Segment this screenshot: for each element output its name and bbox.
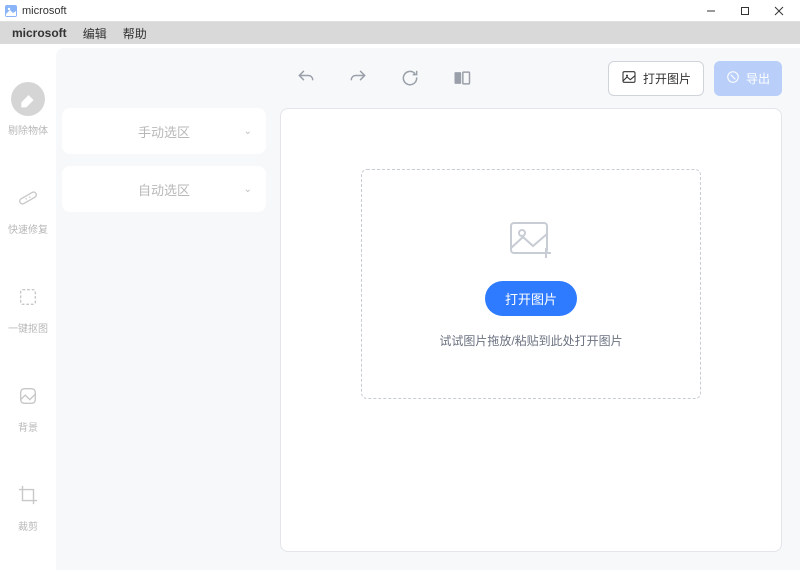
- open-image-pill[interactable]: 打开图片: [485, 281, 577, 316]
- compare-button[interactable]: [450, 66, 474, 90]
- sidebar-item-erase[interactable]: 剔除物体: [8, 82, 48, 137]
- reset-button[interactable]: [398, 66, 422, 90]
- window-controls: [694, 0, 796, 22]
- export-button[interactable]: 导出: [714, 61, 782, 96]
- image-add-icon: [508, 220, 554, 265]
- open-image-pill-label: 打开图片: [505, 292, 557, 307]
- option-label: 手动选区: [138, 122, 190, 141]
- export-icon: [726, 70, 740, 87]
- cutout-icon: [11, 280, 45, 314]
- toolbar-center: [294, 66, 474, 90]
- menu-help[interactable]: 帮助: [115, 25, 155, 42]
- options-panel: 手动选区 ⌄ 自动选区 ⌄: [56, 108, 266, 552]
- main: 打开图片 导出 手动选区 ⌄ 自动选区 ⌄: [56, 48, 800, 570]
- export-label: 导出: [746, 70, 770, 87]
- option-manual-selection[interactable]: 手动选区 ⌄: [62, 108, 266, 154]
- eraser-icon: [11, 82, 45, 116]
- content: 手动选区 ⌄ 自动选区 ⌄ 打开图片 试试图片拖放/粘贴到此处打开图片: [56, 108, 800, 570]
- menubar: microsoft 编辑 帮助: [0, 22, 800, 44]
- dropzone[interactable]: 打开图片 试试图片拖放/粘贴到此处打开图片: [361, 169, 701, 399]
- image-icon: [621, 69, 637, 88]
- open-image-label: 打开图片: [643, 70, 691, 87]
- body: 剔除物体 快速修复 一键抠图 背景 裁剪: [0, 44, 800, 570]
- close-button[interactable]: [762, 0, 796, 22]
- option-auto-selection[interactable]: 自动选区 ⌄: [62, 166, 266, 212]
- canvas: 打开图片 试试图片拖放/粘贴到此处打开图片: [280, 108, 782, 552]
- toolbar-right: 打开图片 导出: [608, 61, 782, 96]
- dropzone-hint: 试试图片拖放/粘贴到此处打开图片: [439, 332, 622, 349]
- titlebar: microsoft: [0, 0, 800, 22]
- minimize-button[interactable]: [694, 0, 728, 22]
- sidebar-item-label: 裁剪: [18, 518, 38, 533]
- sidebar-item-label: 一键抠图: [8, 320, 48, 335]
- menu-edit[interactable]: 编辑: [75, 25, 115, 42]
- sidebar-item-label: 快速修复: [8, 221, 48, 236]
- bandage-icon: [11, 181, 45, 215]
- background-icon: [11, 379, 45, 413]
- sidebar-item-repair[interactable]: 快速修复: [8, 181, 48, 236]
- toolbar: 打开图片 导出: [56, 48, 800, 108]
- app-icon: [4, 4, 18, 18]
- sidebar-item-cutout[interactable]: 一键抠图: [8, 280, 48, 335]
- sidebar-item-label: 背景: [18, 419, 38, 434]
- chevron-down-icon: ⌄: [244, 184, 252, 195]
- sidebar-item-crop[interactable]: 裁剪: [11, 478, 45, 533]
- sidebar-item-background[interactable]: 背景: [11, 379, 45, 434]
- redo-button[interactable]: [346, 66, 370, 90]
- open-image-button[interactable]: 打开图片: [608, 61, 704, 96]
- sidebar-item-label: 剔除物体: [8, 122, 48, 137]
- option-label: 自动选区: [138, 180, 190, 199]
- chevron-down-icon: ⌄: [244, 126, 252, 137]
- window-title: microsoft: [22, 5, 694, 17]
- sidebar: 剔除物体 快速修复 一键抠图 背景 裁剪: [0, 44, 56, 570]
- crop-icon: [11, 478, 45, 512]
- maximize-button[interactable]: [728, 0, 762, 22]
- menu-app[interactable]: microsoft: [4, 26, 75, 40]
- undo-button[interactable]: [294, 66, 318, 90]
